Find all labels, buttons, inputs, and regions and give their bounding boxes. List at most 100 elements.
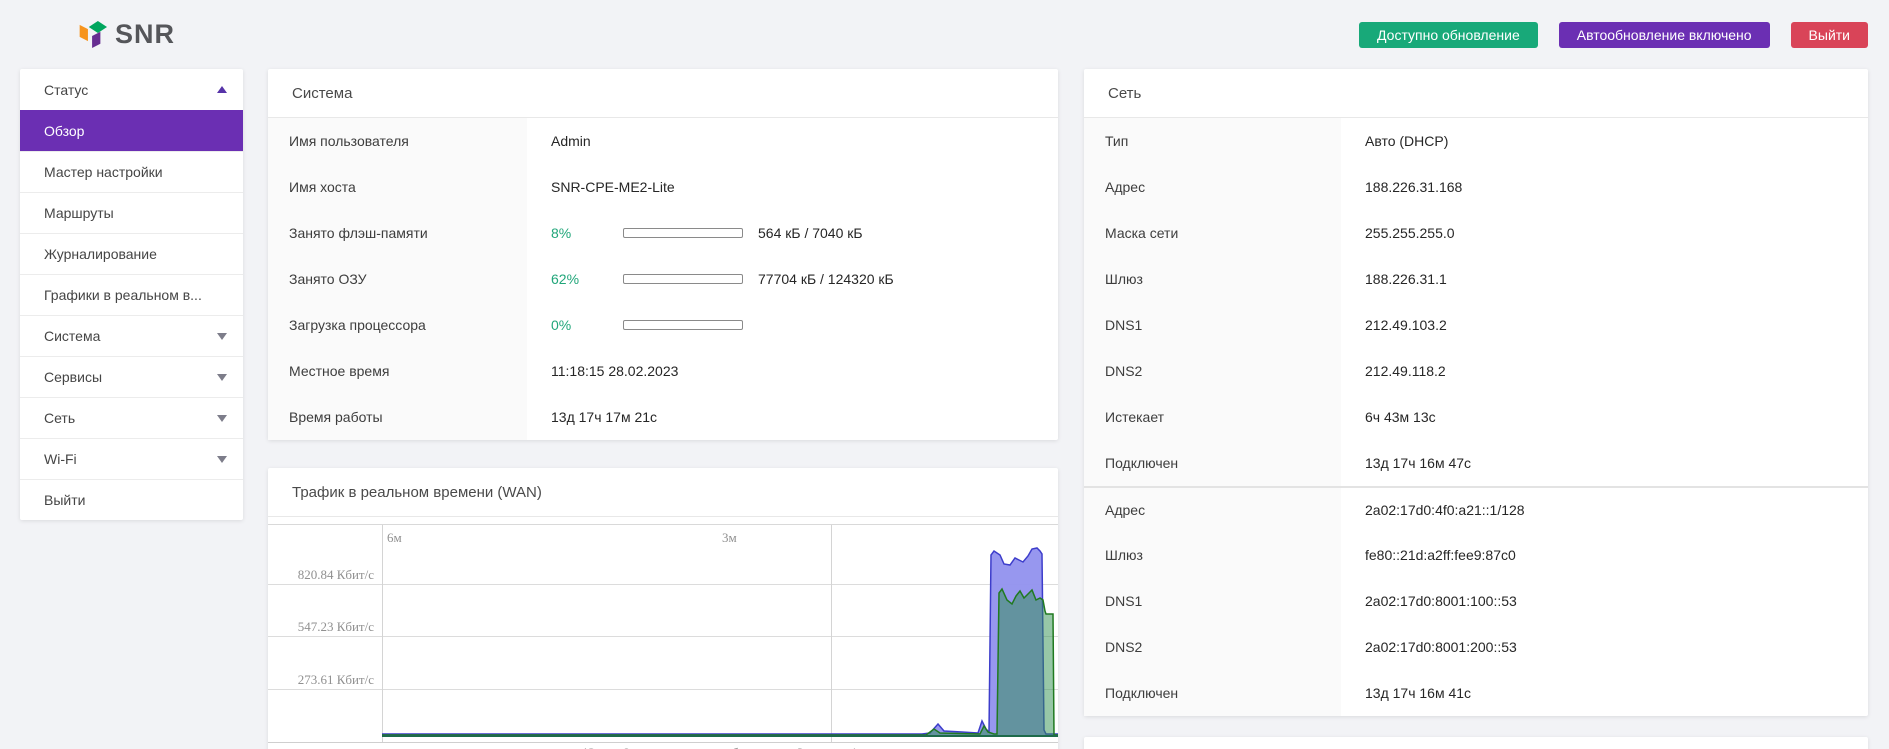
row-value: 2a02:17d0:4f0:a21::1/128 — [1341, 488, 1868, 532]
traffic-card: Трафик в реальном времени (WAN) 820.84 К… — [268, 468, 1058, 749]
table-row: DNS12a02:17d0:8001:100::53 — [1084, 578, 1868, 624]
sidebar-item-0[interactable]: Статус — [20, 69, 243, 110]
table-row: Время работы13д 17ч 17м 21с — [268, 394, 1058, 440]
row-value: Авто (DHCP) — [1341, 118, 1868, 164]
realtime-traffic-chart: 820.84 Кбит/с 547.23 Кбит/с 273.61 Кбит/… — [268, 524, 1058, 749]
row-label: DNS2 — [1084, 348, 1341, 394]
progress-bar — [623, 228, 743, 238]
topbar-buttons: Доступно обновление Автообновление включ… — [1359, 22, 1868, 48]
percent-value: 62% — [551, 271, 623, 287]
table-row: Имя пользователяAdmin — [268, 118, 1058, 164]
table-row: Истекает6ч 43м 13с — [1084, 394, 1868, 440]
table-row: DNS22a02:17d0:8001:200::53 — [1084, 624, 1868, 670]
table-row: Местное время11:18:15 28.02.2023 — [268, 348, 1058, 394]
sidebar-item-9[interactable]: Wi-Fi — [20, 438, 243, 479]
usage-detail: 77704 кБ / 124320 кБ — [758, 271, 894, 287]
table-row: Загрузка процессора0% — [268, 302, 1058, 348]
system-card-title: Система — [268, 69, 1058, 118]
sidebar-item-7[interactable]: Сервисы — [20, 356, 243, 397]
row-label: Имя хоста — [268, 164, 527, 210]
sidebar-item-label: Графики в реальном в... — [44, 287, 202, 303]
sidebar-item-overview-active[interactable]: Обзор — [20, 110, 243, 151]
traffic-card-title: Трафик в реальном времени (WAN) — [268, 468, 1058, 517]
network-card: Сеть ТипАвто (DHCP) Адрес 188.226.31.168Ма… — [1084, 69, 1868, 716]
sidebar-item-label: Выйти — [44, 492, 85, 508]
traffic-series-plot — [382, 525, 1058, 742]
table-row: Подключен13д 17ч 16м 47с — [1084, 440, 1868, 486]
row-value: 255.255.255.0 — [1341, 210, 1868, 256]
row-label: Подключен — [1084, 670, 1341, 716]
chart-x-axis — [268, 742, 1058, 743]
table-row: Имя хостаSNR-CPE-ME2-Lite — [268, 164, 1058, 210]
row-value: 62% 77704 кБ / 124320 кБ — [527, 256, 1058, 302]
system-table: Имя пользователяAdminИмя хостаSNR-CPE-ME… — [268, 118, 1058, 440]
row-value: 188.226.31.1 — [1341, 256, 1868, 302]
table-row: Занято флэш-памяти8%564 кБ / 7040 кБ — [268, 210, 1058, 256]
autoupdate-enabled-button[interactable]: Автообновление включено — [1559, 22, 1770, 48]
row-label: DNS1 — [1084, 302, 1341, 348]
row-value: fe80::21d:a2ff:fee9:87c0 — [1341, 532, 1868, 578]
row-label: Истекает — [1084, 394, 1341, 440]
progress-bar — [623, 320, 743, 330]
table-row: ТипАвто (DHCP) — [1084, 118, 1868, 164]
chevron-down-icon — [217, 456, 227, 463]
sidebar-item-2[interactable]: Мастер настройки — [20, 151, 243, 192]
sidebar-item-4[interactable]: Журналирование — [20, 233, 243, 274]
table-row: Занято ОЗУ 62% 77704 кБ / 124320 кБ — [268, 256, 1058, 302]
sidebar-item-label: Обзор — [44, 123, 84, 139]
y-tick-547: 547.23 Кбит/с — [268, 619, 374, 635]
row-label: Занято ОЗУ — [268, 256, 527, 302]
sidebar-item-8[interactable]: Сеть — [20, 397, 243, 438]
logo-text: SNR — [115, 19, 175, 50]
row-label: Местное время — [268, 348, 527, 394]
table-row: DNS2212.49.118.2 — [1084, 348, 1868, 394]
sidebar-item-5[interactable]: Графики в реальном в... — [20, 274, 243, 315]
row-label: Шлюз — [1084, 532, 1341, 578]
chevron-down-icon — [217, 333, 227, 340]
row-label: Шлюз — [1084, 256, 1341, 302]
sidebar-item-6[interactable]: Система — [20, 315, 243, 356]
row-label: Адрес — [1084, 488, 1341, 532]
row-label: Загрузка процессора — [268, 302, 527, 348]
logout-button[interactable]: Выйти — [1791, 22, 1868, 48]
row-value: 13д 17ч 17м 21с — [527, 394, 1058, 440]
row-value: 212.49.118.2 — [1341, 348, 1868, 394]
row-value: 13д 17ч 16м 47с — [1341, 440, 1868, 486]
row-label: Имя пользователя — [268, 118, 527, 164]
row-label: Подключен — [1084, 440, 1341, 486]
row-label: DNS2 — [1084, 624, 1341, 670]
sidebar-item-label: Система — [44, 328, 100, 344]
table-row: Маска сети255.255.255.0 — [1084, 210, 1868, 256]
row-value: 2a02:17d0:8001:200::53 — [1341, 624, 1868, 670]
row-label: Тип — [1084, 118, 1341, 164]
table-row: Шлюзfe80::21d:a2ff:fee9:87c0 — [1084, 532, 1868, 578]
sidebar-item-label: Мастер настройки — [44, 164, 163, 180]
next-card-partial — [1084, 737, 1868, 749]
chart-footer-clipped: (Окно: 6 минут, интервал обновления: 3 с… — [382, 745, 1058, 749]
sidebar: Статус Обзор Мастер настройки Маршруты Журна… — [20, 69, 243, 520]
update-available-button[interactable]: Доступно обновление — [1359, 22, 1538, 48]
progress-bar — [623, 274, 743, 284]
chevron-up-icon — [217, 86, 227, 93]
page-layout: Статус Обзор Мастер настройки Маршруты Журна… — [0, 69, 1889, 749]
row-value: 13д 17ч 16м 41с — [1341, 670, 1868, 716]
snr-logo[interactable]: SNR — [78, 19, 175, 50]
chevron-down-icon — [217, 415, 227, 422]
row-label: DNS1 — [1084, 578, 1341, 624]
top-bar: SNR Доступно обновление Автообновление в… — [0, 0, 1889, 69]
row-value: 6ч 43м 13с — [1341, 394, 1868, 440]
snr-cube-icon — [78, 21, 107, 48]
row-value: 188.226.31.168 — [1341, 164, 1868, 210]
y-tick-273: 273.61 Кбит/с — [268, 672, 374, 688]
sidebar-item-3[interactable]: Маршруты — [20, 192, 243, 233]
y-tick-820: 820.84 Кбит/с — [268, 567, 374, 583]
chevron-down-icon — [217, 374, 227, 381]
table-row: Адрес2a02:17d0:4f0:a21::1/128 — [1084, 486, 1868, 532]
network-card-title: Сеть — [1084, 69, 1868, 118]
sidebar-item-10[interactable]: Выйти — [20, 479, 243, 520]
usage-detail: 564 кБ / 7040 кБ — [758, 225, 863, 241]
table-row: Подключен13д 17ч 16м 41с — [1084, 670, 1868, 716]
sidebar-item-label: Журналирование — [44, 246, 157, 262]
sidebar-item-label: Wi-Fi — [44, 451, 77, 467]
system-card: Система Имя пользователяAdminИмя хостаSN… — [268, 69, 1058, 440]
